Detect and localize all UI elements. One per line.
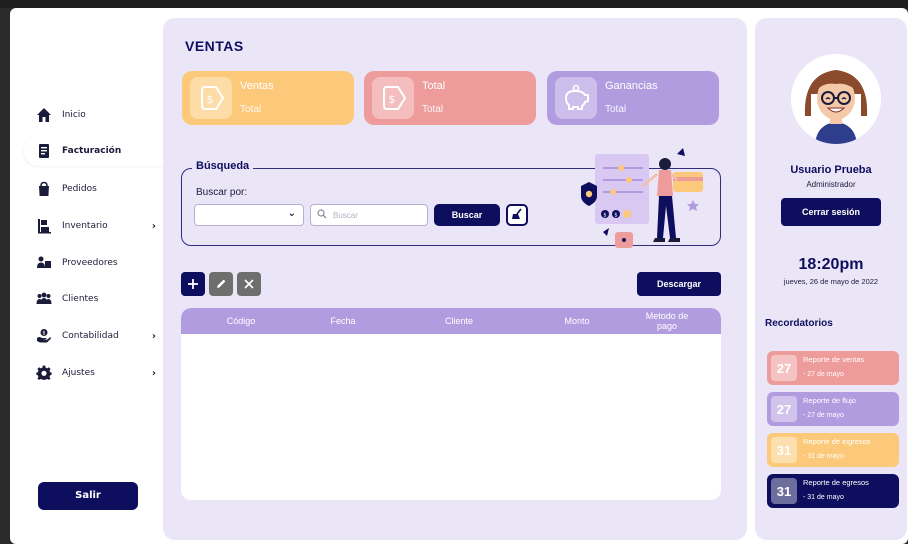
avatar: [791, 54, 881, 144]
user-name: Usuario Prueba: [790, 164, 872, 176]
sidebar-item-label: Clientes: [62, 294, 99, 304]
top-border: [0, 0, 908, 8]
stat-label: Ganancias: [605, 80, 658, 92]
column-header[interactable]: Fecha: [303, 308, 383, 334]
sidebar-item-ajustes[interactable]: Ajustes ›: [24, 358, 170, 388]
home-icon: [36, 107, 52, 123]
download-button[interactable]: Descargar: [637, 272, 721, 296]
suppliers-icon: [36, 255, 52, 271]
reminder-label: Reporte de ingresos: [803, 437, 871, 446]
reminder-day: 27: [771, 355, 797, 381]
logout-button[interactable]: Salir: [38, 482, 138, 510]
sidebar-item-pedidos[interactable]: Pedidos: [24, 174, 170, 204]
table-header: Código Fecha Cliente Monto Metodo de pag…: [181, 308, 721, 334]
sign-out-button[interactable]: Cerrar sesión: [781, 198, 881, 226]
reminders-title: Recordatorios: [765, 318, 833, 329]
delete-button[interactable]: [237, 272, 261, 296]
invoice-icon: [36, 143, 52, 159]
sidebar: Inicio Facturación Pedidos Inventario ›: [10, 8, 174, 544]
reminder-item[interactable]: 27 Reporte de ventas - 27 de mayo: [767, 351, 899, 385]
stat-sub: Total: [605, 104, 627, 115]
page-title: VENTAS: [185, 38, 244, 54]
reminder-label: Reporte de egresos: [803, 478, 869, 487]
user-panel: Usuario Prueba Administrador Cerrar sesi…: [755, 18, 907, 540]
svg-text:$: $: [603, 213, 606, 219]
sidebar-item-proveedores[interactable]: Proveedores: [24, 248, 170, 278]
stat-sub: Total: [240, 104, 262, 115]
clock-time: 18:20pm: [798, 256, 864, 273]
search-placeholder: Buscar: [333, 210, 358, 220]
reminder-item[interactable]: 27 Reporte de flujo - 27 de mayo: [767, 392, 899, 426]
reminder-date: - 31 de mayo: [803, 453, 844, 460]
stat-label: Total: [422, 80, 446, 92]
stat-label: Ventas: [240, 80, 274, 92]
inventory-icon: [36, 218, 52, 234]
reminder-item[interactable]: 31 Reporte de ingresos - 31 de mayo: [767, 433, 899, 467]
sidebar-item-contabilidad[interactable]: $ Contabilidad ›: [24, 321, 170, 351]
sidebar-item-label: Contabilidad: [62, 331, 119, 341]
sidebar-item-inventario[interactable]: Inventario ›: [24, 211, 170, 241]
stat-sub: Total: [422, 104, 444, 115]
clock-date: jueves, 26 de mayo de 2022: [783, 277, 879, 286]
clear-filter-button[interactable]: [506, 204, 528, 226]
stat-card-ventas[interactable]: $ Ventas Total: [182, 71, 354, 125]
plus-icon: [187, 275, 199, 294]
pencil-icon: [215, 275, 227, 294]
column-header[interactable]: Monto: [537, 308, 617, 334]
shopping-illustration: $ $: [573, 142, 709, 254]
sidebar-item-inicio[interactable]: Inicio: [24, 100, 170, 130]
reminder-item[interactable]: 31 Reporte de egresos - 31 de mayo: [767, 474, 899, 508]
reminder-day: 27: [771, 396, 797, 422]
svg-text:$: $: [42, 331, 45, 337]
price-tag-icon: $: [372, 77, 414, 119]
stat-card-total[interactable]: $ Total Total: [364, 71, 536, 125]
main-panel: VENTAS $ Ventas Total $ Total Total Gana…: [163, 18, 747, 540]
reminder-day: 31: [771, 478, 797, 504]
sidebar-item-facturacion[interactable]: Facturación: [24, 136, 174, 166]
search-input[interactable]: Buscar: [310, 204, 428, 226]
sidebar-item-label: Inventario: [62, 221, 108, 231]
accounting-icon: $: [36, 328, 52, 344]
svg-text:$: $: [614, 213, 617, 219]
search-legend: Búsqueda: [192, 160, 254, 172]
user-role: Administrador: [806, 180, 856, 189]
sidebar-item-label: Ajustes: [62, 368, 95, 378]
search-by-label: Buscar por:: [196, 187, 248, 198]
search-icon: [317, 209, 327, 221]
shopping-bag-icon: [36, 181, 52, 197]
app-window: Inicio Facturación Pedidos Inventario ›: [10, 8, 908, 544]
search-field-select[interactable]: ⌄: [194, 204, 304, 226]
add-button[interactable]: [181, 272, 205, 296]
reminder-date: - 27 de mayo: [803, 412, 844, 419]
column-header[interactable]: Código: [201, 308, 281, 334]
sidebar-item-label: Inicio: [62, 110, 86, 120]
piggy-bank-icon: [555, 77, 597, 119]
edit-button[interactable]: [209, 272, 233, 296]
x-icon: [243, 275, 255, 294]
gear-icon: [36, 365, 52, 381]
clients-icon: [36, 291, 52, 307]
reminder-date: - 31 de mayo: [803, 494, 844, 501]
chevron-right-icon: ›: [151, 367, 156, 379]
price-tag-icon: $: [190, 77, 232, 119]
svg-text:$: $: [207, 93, 214, 106]
sidebar-item-label: Proveedores: [62, 258, 118, 268]
reminder-day: 31: [771, 437, 797, 463]
sidebar-item-label: Pedidos: [62, 184, 97, 194]
search-button[interactable]: Buscar: [434, 204, 500, 226]
sidebar-item-clientes[interactable]: Clientes: [24, 284, 170, 314]
column-header[interactable]: Metodo de pago: [637, 308, 697, 334]
reminder-label: Reporte de flujo: [803, 396, 856, 405]
svg-text:$: $: [389, 93, 396, 106]
column-header[interactable]: Cliente: [419, 308, 499, 334]
sidebar-item-label: Facturación: [62, 146, 122, 156]
stat-card-ganancias[interactable]: Ganancias Total: [547, 71, 719, 125]
reminder-date: - 27 de mayo: [803, 371, 844, 378]
chevron-right-icon: ›: [151, 330, 156, 342]
chevron-right-icon: ›: [151, 220, 156, 232]
broom-icon: [510, 206, 524, 225]
sales-table: Código Fecha Cliente Monto Metodo de pag…: [181, 308, 721, 500]
reminder-label: Reporte de ventas: [803, 355, 865, 364]
chevron-down-icon: ⌄: [287, 208, 296, 219]
